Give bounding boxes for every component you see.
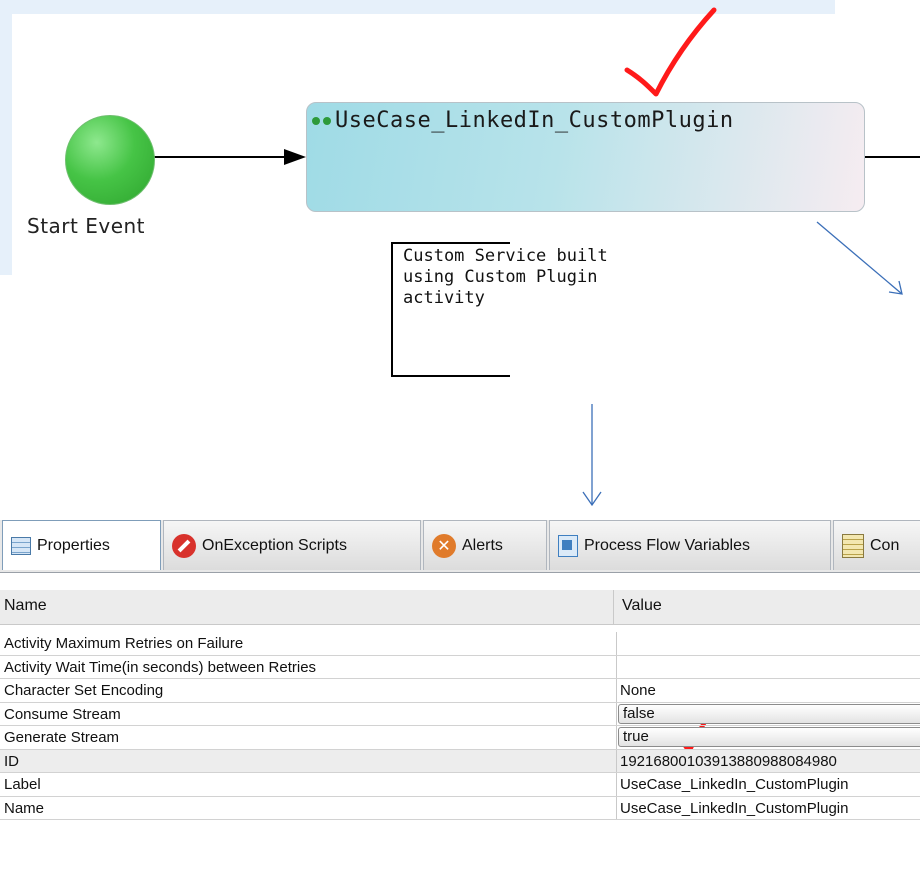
tab-properties[interactable]: Properties (2, 520, 161, 570)
column-separator (616, 796, 617, 819)
column-separator (616, 726, 617, 749)
property-name: Consume Stream (4, 705, 121, 723)
tab-label: Process Flow Variables (584, 536, 750, 554)
blue-arrow-diagonal (816, 221, 903, 295)
table-row[interactable]: ID 19216800103913880988084980 (0, 749, 920, 773)
column-header-name[interactable]: Name (4, 597, 47, 615)
tab-label: Con (870, 536, 900, 554)
properties-table-header: Name Value (0, 590, 920, 625)
annotation-line: activity (403, 288, 485, 308)
tab-con[interactable]: Con (833, 520, 920, 570)
table-row[interactable]: Activity Maximum Retries on Failure (0, 632, 920, 656)
table-row[interactable]: Label UseCase_LinkedIn_CustomPlugin (0, 773, 920, 797)
red-checkmark-top (624, 7, 717, 97)
list-document-icon (842, 533, 864, 558)
table-row[interactable]: Character Set Encoding None (0, 679, 920, 703)
properties-tabbar: Properties OnException Scripts ✕ Alerts … (0, 520, 920, 573)
consume-stream-dropdown[interactable]: false (618, 703, 920, 724)
process-variables-icon (558, 534, 578, 557)
tab-process-flow-variables[interactable]: Process Flow Variables (549, 520, 831, 570)
start-event-label: Start Event (27, 214, 146, 238)
column-separator (616, 749, 617, 772)
stop-icon (172, 533, 196, 558)
table-row[interactable]: Generate Stream true (0, 726, 920, 750)
tab-alerts[interactable]: ✕ Alerts (423, 520, 547, 570)
column-separator (616, 679, 617, 702)
properties-grid-icon (11, 536, 31, 555)
alert-x-icon: ✕ (432, 533, 456, 558)
column-separator (616, 702, 617, 725)
table-row[interactable]: Activity Wait Time(in seconds) between R… (0, 655, 920, 679)
column-separator (616, 632, 617, 655)
property-name: Generate Stream (4, 729, 120, 746)
flow-arrowhead-in (284, 149, 306, 165)
start-event-node[interactable] (65, 115, 155, 205)
property-value[interactable]: None (620, 682, 920, 699)
table-row[interactable]: Consume Stream false (0, 702, 920, 726)
annotation-line: using Custom Plugin (403, 267, 598, 287)
tab-label: Properties (37, 536, 110, 554)
properties-table-body: Activity Maximum Retries on Failure Acti… (0, 632, 920, 820)
property-name: Activity Wait Time(in seconds) between R… (4, 658, 317, 676)
tab-onexception-scripts[interactable]: OnException Scripts (163, 520, 421, 570)
column-header-value[interactable]: Value (622, 597, 662, 615)
task-status-dots-icon (312, 117, 331, 125)
property-name: ID (4, 752, 19, 770)
table-row[interactable]: Name UseCase_LinkedIn_CustomPlugin (0, 796, 920, 820)
text-annotation[interactable]: Custom Service built using Custom Plugin… (403, 246, 608, 309)
property-value[interactable]: UseCase_LinkedIn_CustomPlugin (620, 800, 920, 817)
property-name: Activity Maximum Retries on Failure (4, 635, 244, 652)
column-separator (616, 773, 617, 796)
column-separator[interactable] (613, 590, 614, 624)
property-name: Character Set Encoding (4, 682, 164, 699)
diagram-canvas: Start Event UseCase_LinkedIn_CustomPlugi… (0, 0, 920, 890)
tab-label: Alerts (462, 536, 503, 554)
property-name: Name (4, 799, 45, 817)
task-title: UseCase_LinkedIn_CustomPlugin (335, 108, 734, 133)
property-name: Label (4, 776, 41, 793)
annotation-line: Custom Service built (403, 246, 608, 266)
property-value[interactable]: UseCase_LinkedIn_CustomPlugin (620, 776, 920, 793)
generate-stream-dropdown[interactable]: true (618, 727, 920, 747)
column-separator (616, 655, 617, 678)
property-value[interactable]: 19216800103913880988084980 (620, 753, 920, 770)
tab-label: OnException Scripts (202, 536, 347, 554)
